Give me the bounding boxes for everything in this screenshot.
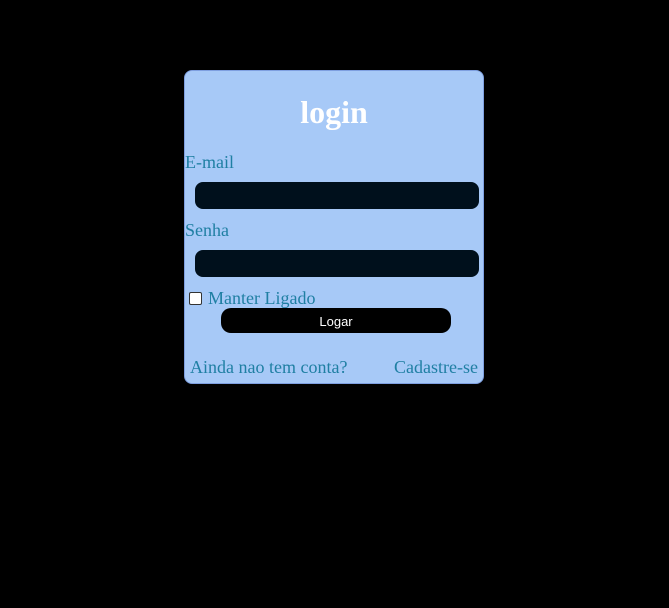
login-title: login <box>300 94 368 130</box>
senha-label: Senha <box>185 220 229 240</box>
email-label: E-mail <box>185 152 234 172</box>
email-field[interactable] <box>195 182 479 209</box>
logar-button[interactable]: Logar <box>221 308 451 333</box>
no-account-text: Ainda nao tem conta? <box>190 357 348 377</box>
signup-link[interactable]: Cadastre-se <box>394 356 478 378</box>
senha-field[interactable] <box>195 250 479 277</box>
remember-row: Manter Ligado <box>189 288 315 308</box>
remember-checkbox[interactable] <box>189 291 202 305</box>
login-card: login E-mail Senha Manter Ligado Logar A… <box>184 70 484 384</box>
remember-label: Manter Ligado <box>208 288 316 308</box>
